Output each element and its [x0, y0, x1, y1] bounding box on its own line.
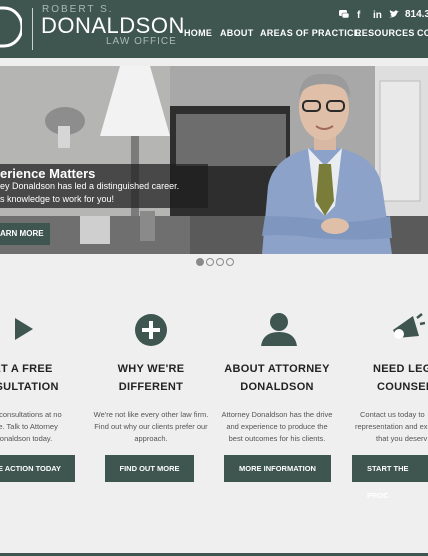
feature-3-title-line-1: ABOUT ATTORNEY [224, 363, 330, 375]
feature-2-text-line-1: We're not like every other law firm. [93, 410, 209, 419]
site-header: ROBERT S. DONALDSON LAW OFFICE f in 814.… [0, 0, 428, 58]
find-out-more-button[interactable]: FIND OUT MORE [105, 455, 194, 482]
slide-dot-4[interactable] [226, 258, 234, 266]
more-information-button[interactable]: MORE INFORMATION [224, 455, 331, 482]
feature-4-title-line-1: NEED LEGA [373, 363, 428, 375]
nav-about[interactable]: ABOUT [220, 28, 254, 38]
megaphone-icon [393, 313, 425, 339]
logo-divider [32, 8, 33, 50]
feature-4-text-line-2: representation and ex [355, 422, 428, 431]
nav-home[interactable]: HOME [184, 28, 212, 38]
feature-1-title-line-2: NSULTATION [0, 381, 59, 393]
hero-line-2: s knowledge to work for you! [0, 194, 115, 204]
hero-title: erience Matters [0, 166, 96, 181]
feature-4-text-line-3: that you deserv [376, 434, 428, 443]
logo-d-mark [0, 6, 22, 48]
learn-more-button[interactable]: ARN MORE [0, 223, 50, 245]
feature-1-text-line-3: onaldson today. [0, 434, 53, 443]
slide-dot-1[interactable] [196, 258, 204, 266]
take-action-button[interactable]: E ACTION TODAY [0, 455, 75, 482]
logo-tagline: LAW OFFICE [106, 36, 177, 47]
hero-photo [0, 66, 428, 254]
feature-3-text-line-3: best outcomes for his clients. [228, 434, 326, 443]
slide-dot-3[interactable] [216, 258, 224, 266]
hero-line-1: ey Donaldson has led a distinguished car… [0, 181, 180, 191]
phone-number[interactable]: 814.31 [405, 9, 428, 20]
play-icon [15, 318, 33, 340]
feature-2-text-line-2: Find out why our clients prefer our [94, 422, 208, 431]
feature-2-title-line-1: WHY WE'RE [117, 363, 185, 375]
feature-3-title-line-2: DONALDSON [240, 381, 314, 393]
feature-2-text-line-3: approach. [134, 434, 168, 443]
feature-2-title-line-2: DIFFERENT [118, 381, 184, 393]
nav-areas-of-practice[interactable]: AREAS OF PRACTICE [260, 28, 360, 38]
feature-3-text-line-2: and experience to produce the [226, 422, 328, 431]
nav-resources[interactable]: RESOURCES [355, 28, 415, 38]
feature-1-title-line-1: ET A FREE [0, 363, 53, 375]
feature-4-text-line-1: Contact us today to [360, 410, 425, 419]
slide-dot-2[interactable] [206, 258, 214, 266]
feature-4-title-line-2: COUNSEL [377, 381, 428, 393]
user-icon [261, 313, 297, 346]
feature-3-text-line-1: Attorney Donaldson has the drive [221, 410, 333, 419]
plus-icon [135, 314, 167, 346]
nav-contact[interactable]: CO [417, 28, 428, 38]
facebook-icon[interactable]: f [357, 10, 360, 21]
hero-slider: erience Matters ey Donaldson has led a d… [0, 66, 428, 254]
chat-icon[interactable] [339, 10, 349, 19]
feature-1-text-line-1: er consultations at no [0, 410, 62, 419]
feature-1-text-line-2: ge. Talk to Attorney [0, 422, 58, 431]
start-the-process-button[interactable]: START THE PROC [352, 455, 428, 500]
linkedin-icon[interactable]: in [373, 10, 382, 21]
twitter-icon[interactable] [389, 10, 399, 19]
